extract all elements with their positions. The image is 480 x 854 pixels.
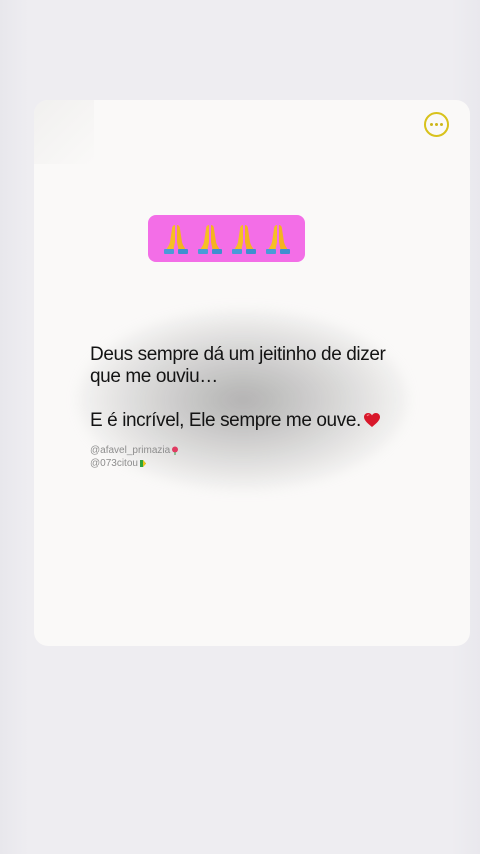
post-card: Deus sempre dá um jeitinho de dizer que … <box>34 100 470 646</box>
more-dot-icon <box>435 123 438 126</box>
reposter-credit: @073citou <box>90 457 179 470</box>
author-handle[interactable]: @afavel_primazia <box>90 444 170 457</box>
screen: Deus sempre dá um jeitinho de dizer que … <box>0 0 480 854</box>
quote-line: que me ouviu… <box>90 366 218 387</box>
folded-hands-icon <box>231 224 256 254</box>
red-heart-icon <box>363 413 380 427</box>
folded-hands-icon <box>163 224 188 254</box>
emoji-badge <box>148 215 305 262</box>
more-dot-icon <box>440 123 443 126</box>
quote-line: Deus sempre dá um jeitinho de dizer <box>90 344 386 365</box>
quote-line: E é incrível, Ele sempre me ouve. <box>90 410 361 431</box>
more-dot-icon <box>430 123 433 126</box>
quote-line-with-heart: E é incrível, Ele sempre me ouve. <box>90 410 430 432</box>
quote-text: Deus sempre dá um jeitinho de dizer que … <box>90 344 430 432</box>
rose-icon <box>172 446 179 455</box>
folded-hands-icon <box>265 224 290 254</box>
reposter-handle[interactable]: @073citou <box>90 457 138 470</box>
more-options-button[interactable] <box>424 112 449 137</box>
folded-hands-icon <box>197 224 222 254</box>
credits: @afavel_primazia @073citou <box>90 444 179 470</box>
author-credit: @afavel_primazia <box>90 444 179 457</box>
card-corner-shade <box>34 100 94 164</box>
green-leaf-icon <box>139 460 146 467</box>
